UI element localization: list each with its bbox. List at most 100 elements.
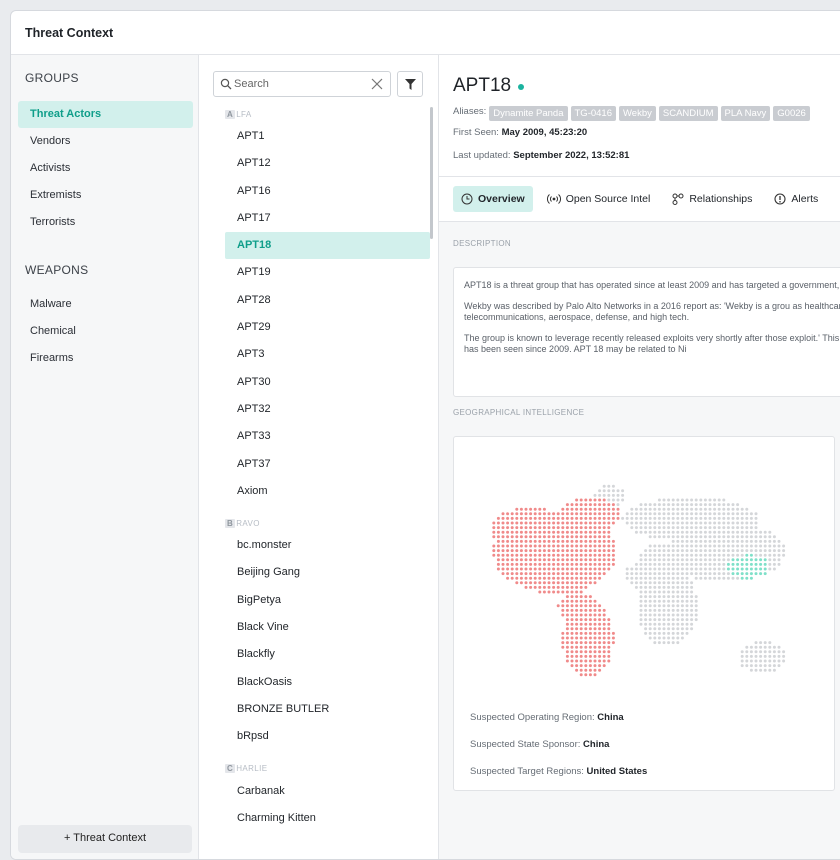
sidebar-item-malware[interactable]: Malware	[18, 291, 193, 318]
map-dot	[772, 654, 776, 658]
sidebar-item-chemical[interactable]: Chemical	[18, 318, 193, 345]
list-item[interactable]: APT3	[225, 341, 430, 368]
map-dot	[556, 562, 560, 566]
map-dot	[575, 631, 579, 635]
map-dot	[561, 530, 565, 534]
map-dot	[667, 595, 671, 599]
map-dot	[621, 493, 625, 497]
sidebar-item-activists[interactable]: Activists	[18, 155, 193, 182]
map-dot	[644, 622, 648, 626]
list-item[interactable]: Black Vine	[225, 614, 430, 641]
map-dot	[593, 503, 597, 507]
list-item[interactable]: APT1	[225, 123, 430, 150]
map-dot	[556, 572, 560, 576]
map-dot	[726, 572, 730, 576]
map-dot	[667, 590, 671, 594]
add-threat-context-button[interactable]: + Threat Context	[18, 825, 192, 853]
map-dot	[648, 530, 652, 534]
list-item[interactable]: Blackfly	[225, 641, 430, 668]
map-dot	[662, 618, 666, 622]
list-item[interactable]: APT37	[225, 451, 430, 478]
map-dot	[726, 530, 730, 534]
tab-relationships[interactable]: Relationships	[664, 186, 760, 212]
map-dot	[607, 654, 611, 658]
list-item[interactable]: APT12	[225, 150, 430, 177]
list-item[interactable]: APT17	[225, 205, 430, 232]
map-dot	[506, 567, 510, 571]
map-dot	[690, 516, 694, 520]
list-item[interactable]: Beijing Gang	[225, 559, 430, 586]
tab-overview[interactable]: Overview	[453, 186, 533, 212]
map-dot	[515, 539, 519, 543]
map-dot	[639, 608, 643, 612]
tab-open-source-intel[interactable]: Open Source Intel	[539, 186, 659, 212]
search-input[interactable]	[234, 75, 364, 93]
list-item[interactable]: Carbanak	[225, 778, 430, 805]
map-dot	[565, 558, 569, 562]
map-dot	[598, 493, 602, 497]
list-item[interactable]: Axiom	[225, 478, 430, 505]
actor-list-panel: ALFAAPT1APT12APT16APT17APT18APT19APT28AP…	[199, 55, 439, 859]
map-dot	[680, 608, 684, 612]
map-dot	[639, 530, 643, 534]
map-dot	[745, 535, 749, 539]
map-dot	[588, 549, 592, 553]
map-dot	[561, 590, 565, 594]
list-item[interactable]: APT18	[225, 232, 430, 260]
map-dot	[754, 668, 758, 672]
list-item[interactable]: BigPetya	[225, 587, 430, 614]
map-dot	[671, 549, 675, 553]
list-item[interactable]: APT28	[225, 287, 430, 314]
map-dot	[648, 618, 652, 622]
map-dot	[653, 641, 657, 645]
map-dot	[653, 516, 657, 520]
list-item[interactable]: BRONZE BUTLER	[225, 696, 430, 723]
map-dot	[570, 507, 574, 511]
list-item[interactable]: APT32	[225, 396, 430, 423]
list-item[interactable]: APT16	[225, 178, 430, 205]
map-dot	[588, 544, 592, 548]
list-item[interactable]: bc.monster	[225, 532, 430, 559]
alert-icon	[774, 193, 786, 205]
map-dot	[690, 544, 694, 548]
list-item[interactable]: APT33	[225, 423, 430, 450]
map-dot	[749, 521, 753, 525]
map-dot	[575, 618, 579, 622]
map-dot	[598, 604, 602, 608]
map-dot	[722, 498, 726, 502]
map-dot	[630, 576, 634, 580]
map-dot	[657, 599, 661, 603]
map-dot	[717, 530, 721, 534]
sidebar-item-firearms[interactable]: Firearms	[18, 345, 193, 372]
close-icon[interactable]	[370, 77, 384, 91]
map-dot	[510, 562, 514, 566]
list-item[interactable]: APT19	[225, 259, 430, 286]
map-dot	[731, 512, 735, 516]
tab-alerts[interactable]: Alerts	[766, 186, 826, 212]
sidebar-item-extremists[interactable]: Extremists	[18, 182, 193, 209]
map-dot	[731, 553, 735, 557]
sidebar-item-terrorists[interactable]: Terrorists	[18, 209, 193, 236]
filter-button[interactable]	[397, 71, 423, 97]
map-dot	[662, 558, 666, 562]
sidebar-item-threat-actors[interactable]: Threat Actors	[18, 101, 193, 128]
map-dot	[740, 530, 744, 534]
list-item[interactable]: bRpsd	[225, 723, 430, 750]
map-dot	[680, 618, 684, 622]
map-dot	[722, 539, 726, 543]
map-dot	[607, 526, 611, 530]
map-dot	[570, 549, 574, 553]
map-dot	[671, 516, 675, 520]
map-dot	[588, 599, 592, 603]
map-dot	[726, 544, 730, 548]
map-dot	[625, 572, 629, 576]
search-box[interactable]	[213, 71, 391, 97]
sidebar-item-vendors[interactable]: Vendors	[18, 128, 193, 155]
list-item[interactable]: APT29	[225, 314, 430, 341]
list-item[interactable]: APT30	[225, 369, 430, 396]
list-item[interactable]: Charming Kitten	[225, 805, 430, 832]
list-item[interactable]: BlackOasis	[225, 669, 430, 696]
map-dot	[782, 544, 786, 548]
map-dot	[754, 664, 758, 668]
map-dot	[777, 549, 781, 553]
